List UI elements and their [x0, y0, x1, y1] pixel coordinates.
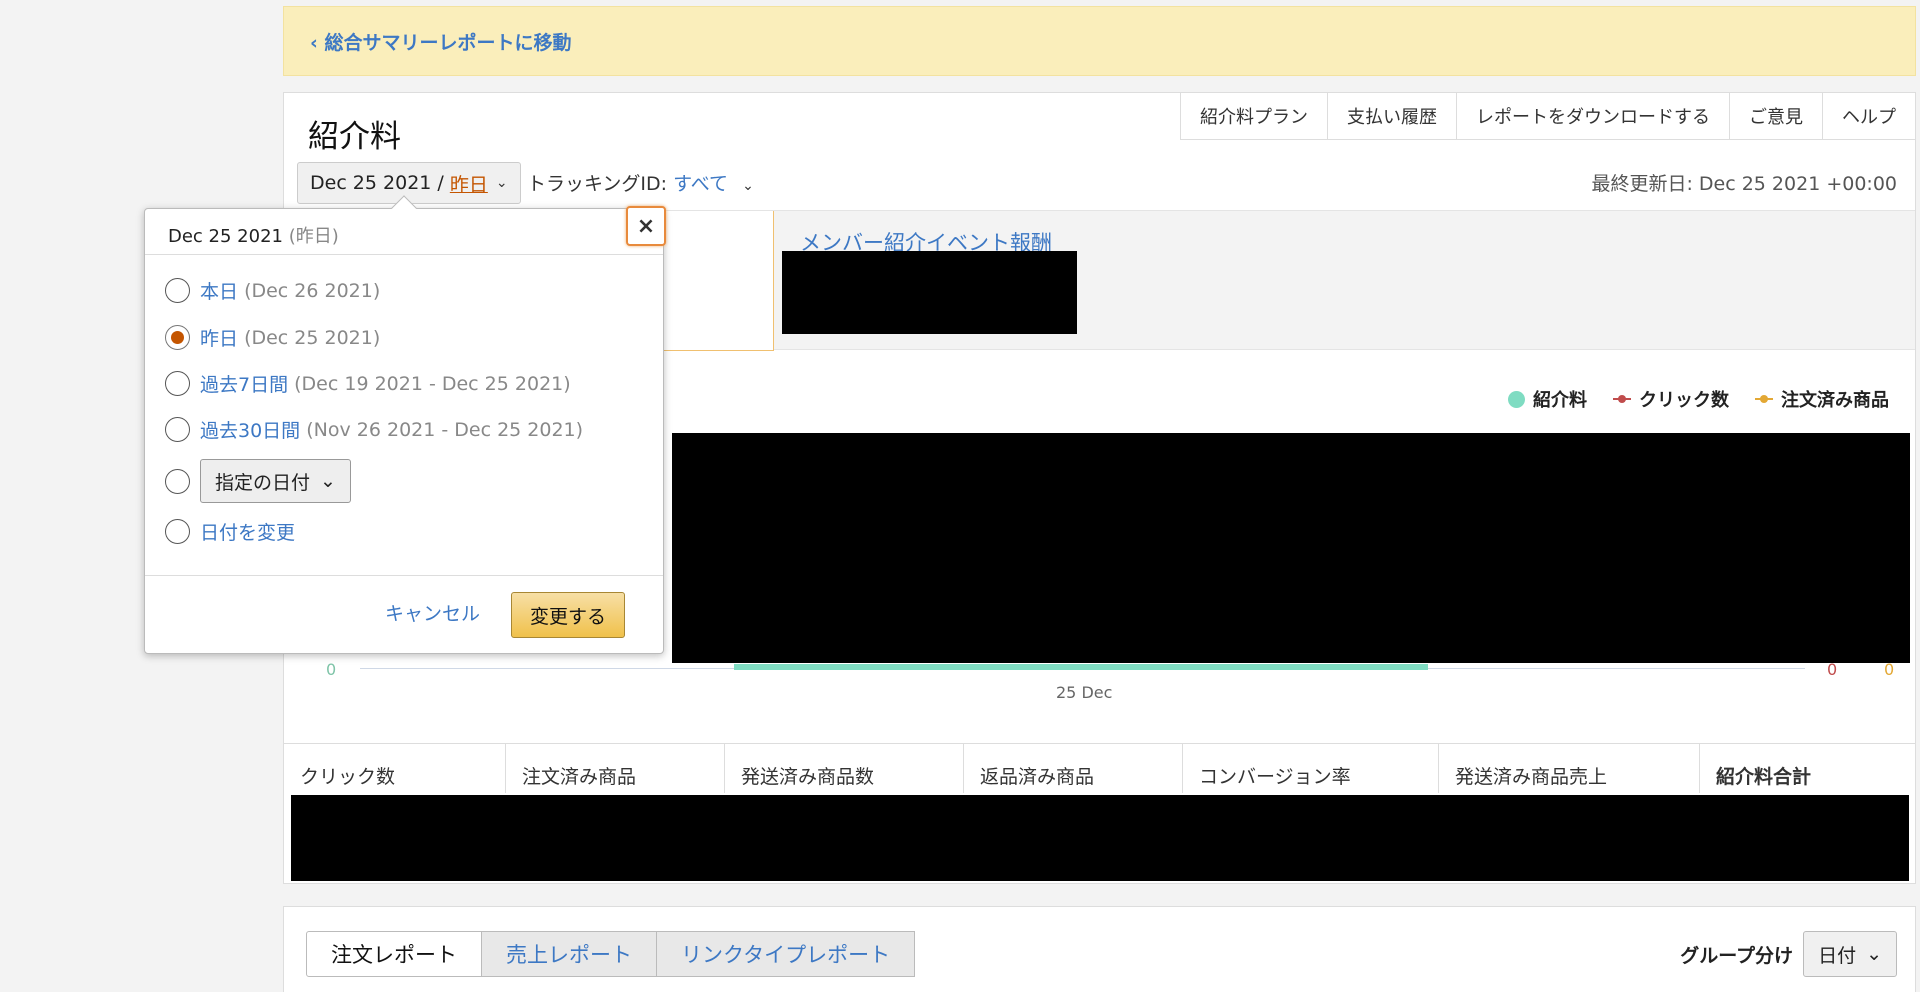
top-tabs: 紹介料プラン 支払い履歴 レポートをダウンロードする ご意見 ヘルプ — [1180, 93, 1915, 140]
option-custom-date[interactable]: 指定の日付 ⌄ — [165, 459, 351, 503]
chevron-down-icon: ⌄ — [495, 175, 508, 191]
chevron-down-icon: ⌄ — [742, 178, 754, 194]
legend-item-fee[interactable]: 紹介料 — [1508, 386, 1587, 412]
option-yesterday-label[interactable]: 昨日 — [200, 324, 238, 351]
legend-line-icon — [1755, 393, 1773, 405]
report-tabs: 注文レポート 売上レポート リンクタイプレポート — [306, 931, 916, 977]
option-today-label[interactable]: 本日 — [200, 277, 238, 304]
date-range-button[interactable]: Dec 25 2021 / 昨日 ⌄ — [297, 162, 521, 204]
tab-feedback[interactable]: ご意見 — [1730, 93, 1823, 139]
option-last-7-label[interactable]: 過去7日間 — [200, 370, 288, 397]
option-yesterday-range: (Dec 25 2021) — [244, 326, 381, 349]
legend-label-ordered: 注文済み商品 — [1781, 390, 1889, 411]
tab-payment-history[interactable]: 支払い履歴 — [1328, 93, 1457, 139]
legend-label-fee: 紹介料 — [1533, 390, 1587, 411]
chart-legend: 紹介料 クリック数 注文済み商品 — [1508, 386, 1889, 412]
option-last-30-range: (Nov 26 2021 - Dec 25 2021) — [306, 418, 584, 441]
radio-last-30-days[interactable] — [165, 417, 190, 442]
option-today-range: (Dec 26 2021) — [244, 279, 381, 302]
back-to-summary-link[interactable]: ‹ 総合サマリーレポートに移動 — [310, 28, 571, 55]
axis-tick-right-ordered: 0 — [1884, 660, 1895, 679]
tab-order-report[interactable]: 注文レポート — [306, 931, 482, 977]
page-title: 紹介料 — [308, 119, 401, 155]
group-by-value: 日付 — [1818, 944, 1857, 967]
option-last-7-range: (Dec 19 2021 - Dec 25 2021) — [294, 372, 571, 395]
tab-help[interactable]: ヘルプ — [1823, 93, 1915, 139]
last-updated: 最終更新日: Dec 25 2021 +00:00 — [1591, 173, 1897, 195]
col-conversion: コンバージョン率 — [1183, 744, 1439, 793]
change-date-label[interactable]: 日付を変更 — [200, 518, 295, 545]
tracking-id-selector[interactable]: トラッキングID: すべて ⌄ — [527, 169, 754, 196]
legend-line-icon — [1613, 393, 1631, 405]
col-returned: 返品済み商品 — [964, 744, 1183, 793]
col-clicks: クリック数 — [284, 744, 506, 793]
report-panel: 注文レポート 売上レポート リンクタイプレポート グループ分け 日付 ⌄ — [283, 906, 1916, 992]
option-change-date[interactable]: 日付を変更 — [165, 518, 295, 545]
apply-button[interactable]: 変更する — [511, 592, 625, 638]
radio-custom-date[interactable] — [165, 468, 190, 494]
radio-today[interactable] — [165, 278, 190, 303]
chevron-down-icon: ⌄ — [320, 470, 336, 492]
col-total-fee: 紹介料合計 — [1716, 766, 1812, 788]
option-last-30-days[interactable]: 過去30日間 (Nov 26 2021 - Dec 25 2021) — [165, 416, 583, 443]
tab-download-report[interactable]: レポートをダウンロードする — [1457, 93, 1730, 139]
option-last-7-days[interactable]: 過去7日間 (Dec 19 2021 - Dec 25 2021) — [165, 370, 571, 397]
chart-bar-fee — [734, 664, 1428, 670]
custom-date-select[interactable]: 指定の日付 ⌄ — [200, 459, 351, 503]
radio-change-date[interactable] — [165, 519, 190, 544]
tracking-id-label: トラッキングID: — [527, 173, 668, 195]
radio-yesterday[interactable] — [165, 325, 190, 350]
redacted-member-value — [782, 251, 1077, 334]
legend-dot-icon — [1508, 390, 1525, 408]
axis-tick-left: 0 — [326, 660, 337, 679]
group-by-select[interactable]: 日付 ⌄ — [1803, 931, 1897, 977]
col-shipped-sales: 発送済み商品売上 — [1439, 744, 1700, 793]
option-last-30-label[interactable]: 過去30日間 — [200, 416, 300, 443]
popover-header: Dec 25 2021 (昨日) — [145, 209, 663, 255]
summary-banner: ‹ 総合サマリーレポートに移動 — [283, 6, 1916, 76]
tab-sales-report[interactable]: 売上レポート — [481, 931, 657, 977]
popover-header-date: Dec 25 2021 — [168, 226, 283, 247]
group-by-label: グループ分け — [1680, 944, 1794, 967]
redacted-table-values — [291, 795, 1909, 881]
custom-date-select-value: 指定の日付 — [215, 471, 311, 494]
redacted-chart-area — [672, 433, 1910, 663]
popover-divider — [145, 575, 663, 576]
tab-fee-plan[interactable]: 紹介料プラン — [1181, 93, 1328, 139]
legend-label-clicks: クリック数 — [1639, 390, 1729, 411]
tab-link-type-report[interactable]: リンクタイプレポート — [656, 931, 916, 977]
popover-header-note: (昨日) — [288, 226, 339, 247]
date-range-popover: Dec 25 2021 (昨日) 本日 (Dec 26 2021) 昨日 (De… — [144, 195, 664, 654]
option-today[interactable]: 本日 (Dec 26 2021) — [165, 277, 380, 304]
option-yesterday[interactable]: 昨日 (Dec 25 2021) — [165, 324, 380, 351]
tracking-id-value: すべて — [673, 173, 729, 195]
legend-item-clicks[interactable]: クリック数 — [1613, 386, 1729, 412]
col-shipped: 発送済み商品数 — [725, 744, 964, 793]
date-range-date: Dec 25 2021 / — [310, 172, 444, 194]
col-ordered: 注文済み商品 — [506, 744, 725, 793]
radio-last-7-days[interactable] — [165, 371, 190, 396]
totals-table-header: クリック数 注文済み商品 発送済み商品数 返品済み商品 コンバージョン率 発送済… — [284, 743, 1915, 793]
x-axis-tick-label: 25 Dec — [1056, 683, 1113, 702]
legend-item-ordered[interactable]: 注文済み商品 — [1755, 386, 1889, 412]
axis-tick-right-clicks: 0 — [1827, 660, 1838, 679]
group-by: グループ分け 日付 ⌄ — [1680, 931, 1897, 977]
chevron-down-icon: ⌄ — [1866, 943, 1882, 965]
cancel-button[interactable]: キャンセル — [385, 599, 480, 626]
close-icon[interactable]: × — [626, 206, 666, 246]
date-range-selected: 昨日 — [449, 173, 488, 196]
